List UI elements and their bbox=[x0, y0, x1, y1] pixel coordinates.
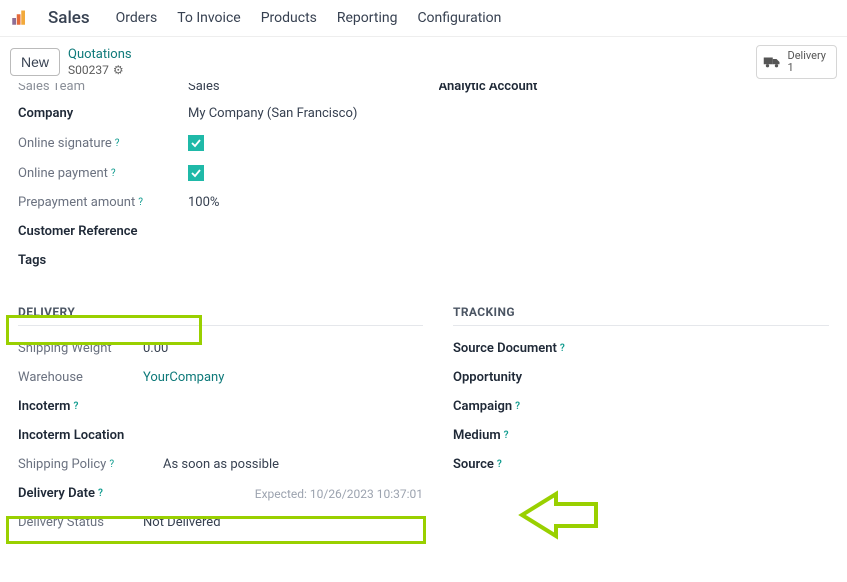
opportunity-label: Opportunity bbox=[453, 370, 623, 385]
tracking-section: TRACKING Source Document? Opportunity Ca… bbox=[453, 299, 829, 537]
tags-label: Tags bbox=[18, 253, 188, 268]
help-icon[interactable]: ? bbox=[138, 197, 143, 208]
medium-label: Medium? bbox=[453, 428, 623, 443]
record-id: S00237 bbox=[68, 63, 109, 77]
tracking-section-title: TRACKING bbox=[453, 299, 829, 326]
nav-orders[interactable]: Orders bbox=[116, 10, 158, 26]
shipping-weight-value[interactable]: 0.00 bbox=[143, 341, 168, 356]
help-icon[interactable]: ? bbox=[504, 430, 509, 441]
shipping-policy-label: Shipping Policy? bbox=[18, 457, 163, 472]
online-payment-checkbox[interactable] bbox=[188, 165, 204, 181]
delivery-section: DELIVERY Shipping Weight 0.00 Warehouse … bbox=[18, 299, 423, 537]
warehouse-value[interactable]: YourCompany bbox=[143, 370, 224, 385]
company-value[interactable]: My Company (San Francisco) bbox=[188, 106, 357, 121]
help-icon[interactable]: ? bbox=[515, 401, 520, 412]
delivery-status-value: Not Delivered bbox=[143, 515, 221, 530]
delivery-date-expected[interactable]: Expected: 10/26/2023 10:37:01 bbox=[255, 487, 423, 501]
incoterm-location-label: Incoterm Location bbox=[18, 428, 168, 443]
top-nav: Sales Orders To Invoice Products Reporti… bbox=[0, 0, 847, 37]
delivery-stat-button[interactable]: Delivery 1 bbox=[756, 45, 837, 79]
truck-icon bbox=[763, 55, 781, 69]
company-label: Company bbox=[18, 106, 188, 121]
help-icon[interactable]: ? bbox=[560, 343, 565, 354]
delivery-stat-count: 1 bbox=[787, 62, 826, 74]
shipping-weight-label: Shipping Weight bbox=[18, 341, 143, 356]
form-content: Sales Team Sales Analytic Account Compan… bbox=[0, 89, 847, 557]
source-document-label: Source Document? bbox=[453, 341, 623, 356]
breadcrumb-parent[interactable]: Quotations bbox=[68, 47, 132, 63]
customer-ref-label: Customer Reference bbox=[18, 224, 188, 239]
sales-team-value[interactable]: Sales bbox=[188, 83, 220, 94]
breadcrumb: Quotations S00237 ⚙ bbox=[68, 47, 132, 77]
incoterm-label: Incoterm? bbox=[18, 399, 143, 414]
delivery-status-label: Delivery Status bbox=[18, 515, 143, 530]
online-payment-label: Online payment? bbox=[18, 166, 188, 181]
app-title[interactable]: Sales bbox=[48, 8, 90, 28]
new-button[interactable]: New bbox=[10, 48, 60, 76]
delivery-date-label: Delivery Date? bbox=[18, 486, 143, 501]
nav-reporting[interactable]: Reporting bbox=[337, 10, 398, 26]
prepayment-value[interactable]: 100% bbox=[188, 195, 219, 210]
nav-products[interactable]: Products bbox=[261, 10, 317, 26]
source-label: Source? bbox=[453, 457, 623, 472]
warehouse-label: Warehouse bbox=[18, 370, 143, 385]
help-icon[interactable]: ? bbox=[497, 459, 502, 470]
campaign-label: Campaign? bbox=[453, 399, 623, 414]
help-icon[interactable]: ? bbox=[73, 401, 78, 412]
delivery-section-title: DELIVERY bbox=[18, 299, 423, 326]
nav-to-invoice[interactable]: To Invoice bbox=[177, 10, 241, 26]
help-icon[interactable]: ? bbox=[109, 459, 114, 470]
analytic-account-label: Analytic Account bbox=[439, 83, 609, 94]
help-icon[interactable]: ? bbox=[115, 138, 120, 149]
prepayment-label: Prepayment amount? bbox=[18, 195, 188, 210]
help-icon[interactable]: ? bbox=[98, 488, 103, 499]
nav-configuration[interactable]: Configuration bbox=[417, 10, 501, 26]
gear-icon[interactable]: ⚙ bbox=[113, 63, 124, 77]
app-logo-icon bbox=[10, 9, 28, 27]
sales-team-label: Sales Team bbox=[18, 83, 188, 94]
online-signature-checkbox[interactable] bbox=[188, 135, 204, 151]
shipping-policy-value[interactable]: As soon as possible bbox=[163, 457, 279, 472]
online-signature-label: Online signature? bbox=[18, 136, 188, 151]
help-icon[interactable]: ? bbox=[111, 168, 116, 179]
subheader: New Quotations S00237 ⚙ Delivery 1 bbox=[0, 37, 847, 89]
